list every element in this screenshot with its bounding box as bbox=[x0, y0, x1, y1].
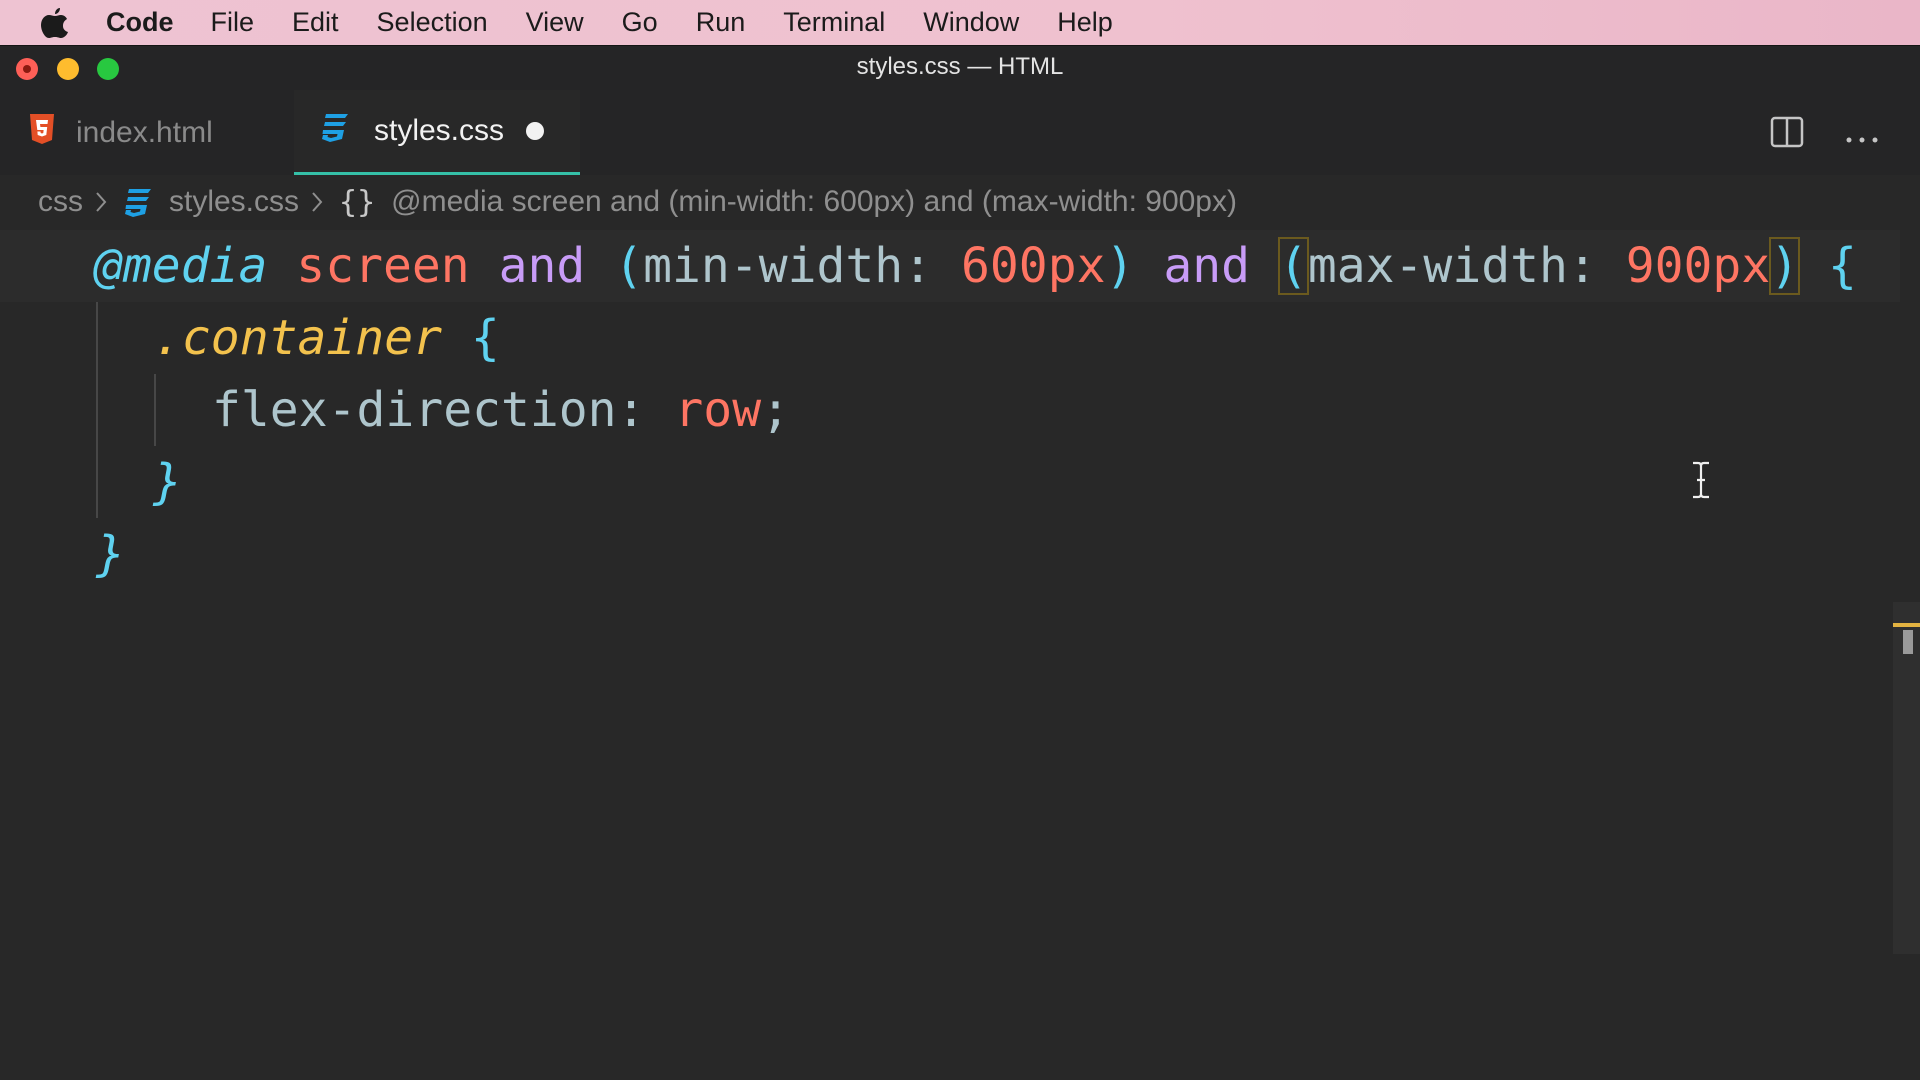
token-value-600px: 600px bbox=[961, 238, 1106, 294]
token-value: row bbox=[674, 382, 762, 438]
breadcrumb-folder[interactable]: css bbox=[38, 185, 83, 219]
window-title: styles.css — HTML bbox=[856, 53, 1064, 80]
breadcrumb: css styles.css {} @media screen and (min… bbox=[38, 180, 1237, 224]
more-actions-icon[interactable] bbox=[1845, 130, 1879, 148]
menu-help[interactable]: Help bbox=[1057, 7, 1113, 38]
editor-tab-bar: index.html styles.css bbox=[0, 90, 1920, 175]
menu-view[interactable]: View bbox=[526, 7, 584, 38]
tab-styles-css[interactable]: styles.css bbox=[294, 90, 580, 175]
chevron-right-icon bbox=[95, 191, 107, 213]
tab-index-html[interactable]: index.html bbox=[0, 90, 292, 175]
css3-icon bbox=[320, 112, 350, 150]
text-cursor-icon bbox=[1690, 461, 1712, 504]
menu-selection[interactable]: Selection bbox=[377, 7, 488, 38]
token-brace-close: } bbox=[96, 526, 125, 582]
token-brace-close: } bbox=[153, 454, 182, 510]
menu-app-name[interactable]: Code bbox=[106, 7, 174, 38]
code-line-2[interactable]: .container { bbox=[0, 302, 1900, 374]
css3-icon bbox=[123, 187, 153, 217]
menu-terminal[interactable]: Terminal bbox=[783, 7, 885, 38]
chevron-right-icon bbox=[311, 191, 323, 213]
scrollbar-match-marker bbox=[1893, 623, 1920, 627]
html5-icon bbox=[28, 113, 56, 153]
menu-run[interactable]: Run bbox=[696, 7, 746, 38]
menu-window[interactable]: Window bbox=[923, 7, 1019, 38]
code-line-3[interactable]: flex-direction: row; bbox=[0, 374, 1900, 446]
apple-icon[interactable] bbox=[40, 7, 70, 39]
token-brace-open: { bbox=[470, 310, 500, 366]
code-editor[interactable]: @media screen and (min-width: 600px) and… bbox=[0, 230, 1900, 1080]
token-paren-close: ) bbox=[1105, 238, 1135, 294]
menu-file[interactable]: File bbox=[211, 7, 255, 38]
token-selector: .container bbox=[153, 310, 442, 366]
menu-edit[interactable]: Edit bbox=[292, 7, 339, 38]
window-titlebar: styles.css — HTML bbox=[0, 45, 1920, 91]
token-feature-min-width: min-width: bbox=[643, 238, 933, 294]
token-media-type: screen bbox=[296, 238, 470, 294]
token-value-900px: 900px bbox=[1625, 238, 1771, 294]
breadcrumb-symbol[interactable]: @media screen and (min-width: 600px) and… bbox=[391, 185, 1237, 219]
menu-bar: Code File Edit Selection View Go Run Ter… bbox=[0, 0, 1920, 45]
menu-go[interactable]: Go bbox=[622, 7, 658, 38]
scrollbar-thumb[interactable] bbox=[1903, 630, 1913, 654]
token-at-rule: @media bbox=[94, 238, 268, 294]
token-and: and bbox=[1163, 238, 1251, 294]
token-feature-max-width: max-width: bbox=[1307, 238, 1597, 294]
token-paren-open-matched: ( bbox=[1277, 237, 1309, 295]
token-paren-close-matched: ) bbox=[1769, 237, 1801, 295]
token-paren-open: ( bbox=[614, 238, 644, 294]
symbol-namespace-icon: {} bbox=[339, 184, 376, 220]
token-property: flex-direction: bbox=[212, 382, 646, 438]
code-line-4[interactable]: } bbox=[0, 446, 1900, 518]
split-editor-icon[interactable] bbox=[1770, 116, 1804, 153]
breadcrumb-file[interactable]: styles.css bbox=[169, 185, 299, 219]
token-brace-open: { bbox=[1828, 238, 1857, 294]
token-and: and bbox=[498, 238, 586, 294]
tab-label: index.html bbox=[76, 115, 213, 149]
unsaved-dot-icon[interactable] bbox=[526, 122, 545, 140]
vertical-scrollbar[interactable] bbox=[1893, 602, 1920, 954]
code-line-5[interactable]: } bbox=[0, 518, 1900, 590]
token-semicolon: ; bbox=[761, 382, 790, 438]
code-line-1[interactable]: @media screen and (min-width: 600px) and… bbox=[0, 230, 1900, 302]
tab-label: styles.css bbox=[374, 114, 505, 147]
